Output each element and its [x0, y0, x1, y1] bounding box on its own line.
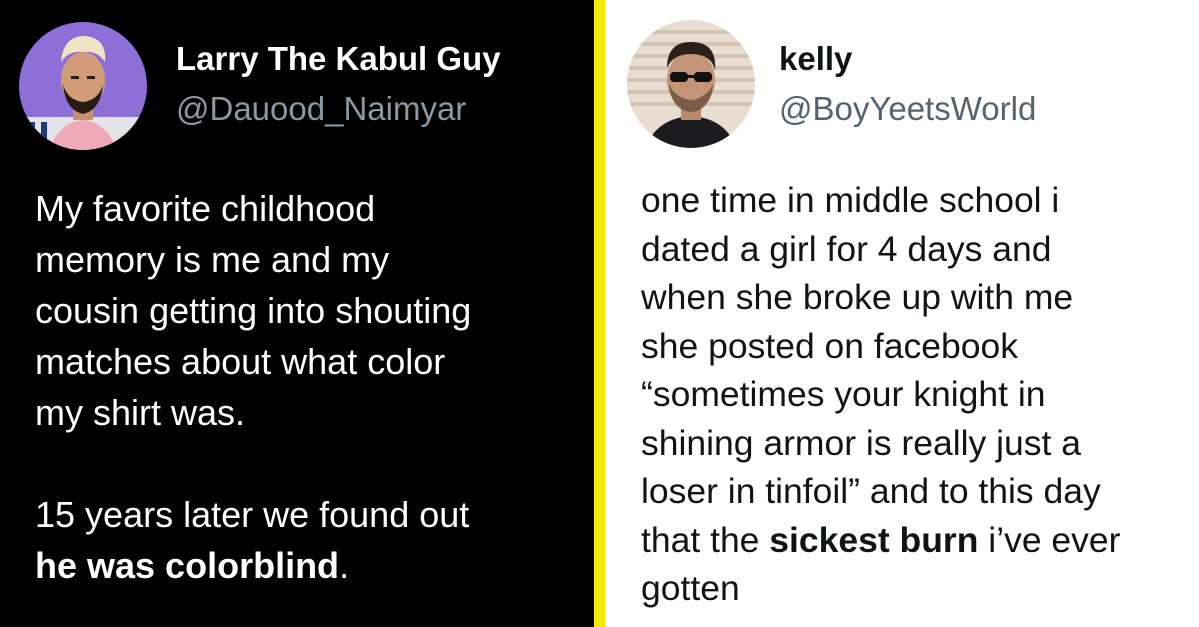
avatar[interactable]	[19, 22, 147, 150]
paragraph-break	[35, 438, 471, 489]
tweet-fragment: i’ve ever	[978, 519, 1121, 560]
tweet-line: My favorite childhood	[35, 188, 376, 229]
avatar-image	[627, 20, 755, 148]
tweet-line: when she broke up with me	[641, 277, 1074, 317]
tweet-line: cousin getting into shouting	[35, 290, 472, 331]
user-handle[interactable]: @BoyYeetsWorld	[779, 90, 1036, 128]
tweet-line: one time in middle school i	[641, 180, 1060, 220]
tweet-text: one time in middle school i dated a girl…	[641, 176, 1121, 613]
bold-phrase: he was colorblind	[35, 545, 340, 586]
tweet-line: “sometimes your knight in	[641, 374, 1046, 414]
tweet-line: dated a girl for 4 days and	[641, 228, 1052, 269]
tweet-line: matches about what color	[35, 341, 446, 382]
tweet-line: gotten	[641, 568, 740, 608]
avatar[interactable]	[627, 20, 755, 148]
left-tweet-card: Larry The Kabul Guy @Dauood_Naimyar My f…	[0, 0, 594, 627]
tweet-text: My favorite childhood memory is me and m…	[35, 183, 471, 591]
tweet-line: he was colorblind.	[35, 540, 471, 591]
tweet-fragment: that the	[641, 519, 770, 560]
display-name[interactable]: kelly	[779, 40, 852, 78]
right-tweet-card: kelly @BoyYeetsWorld one time in middle …	[605, 0, 1199, 627]
tweet-line: my shirt was.	[35, 392, 246, 433]
tweet-line: 15 years later we found out	[35, 494, 470, 535]
tweet-fragment: .	[339, 545, 350, 586]
tweet-line: that the sickest burn i’ve ever	[641, 516, 1121, 565]
tweet-line: loser in tinfoil” and to this day	[641, 471, 1101, 511]
tweet-line: memory is me and my	[35, 239, 390, 280]
tweet-line: shining armor is really just a	[641, 422, 1081, 463]
display-name[interactable]: Larry The Kabul Guy	[176, 40, 501, 78]
tweet-line: she posted on facebook	[641, 325, 1018, 366]
divider	[594, 0, 605, 627]
avatar-image	[19, 22, 147, 150]
user-handle[interactable]: @Dauood_Naimyar	[176, 90, 466, 128]
bold-phrase: sickest burn	[769, 519, 979, 560]
